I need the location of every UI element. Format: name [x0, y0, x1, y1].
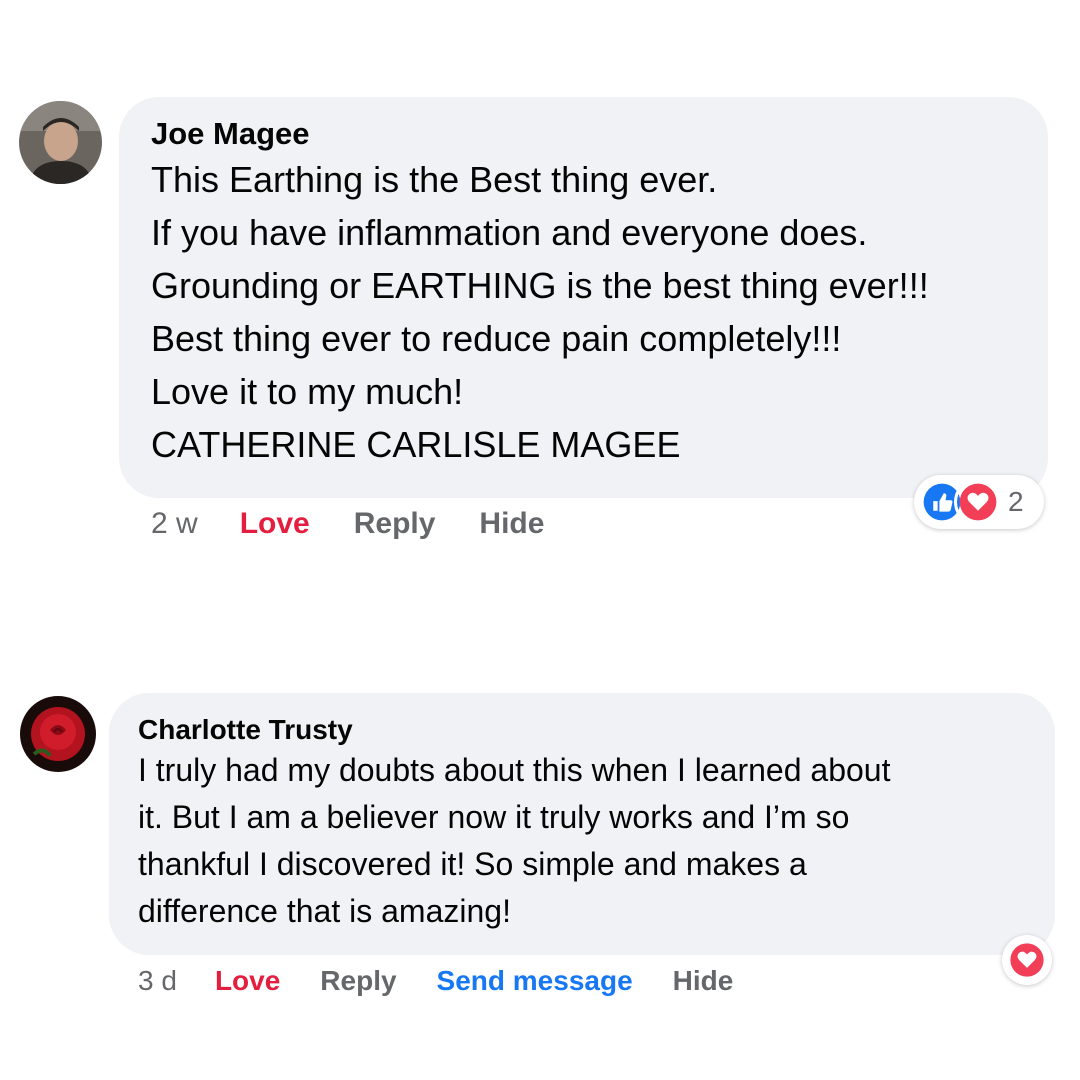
comment-text-line: Best thing ever to reduce pain completel…: [151, 318, 842, 359]
comment-text-line: Love it to my much!: [151, 371, 464, 412]
heart-icon: [1005, 938, 1049, 982]
comment-bubble: Joe Magee This Earthing is the Best thin…: [119, 97, 1048, 498]
avatar-joe-magee[interactable]: [19, 101, 102, 184]
rose-photo-icon: [20, 696, 96, 772]
hide-button[interactable]: Hide: [673, 965, 734, 997]
comment-text-line: difference that is amazing!: [138, 893, 511, 929]
comment-actions: 3 d Love Reply Send message Hide: [138, 962, 733, 1000]
comment-bubble: Charlotte Trusty I truly had my doubts a…: [109, 693, 1055, 955]
love-button[interactable]: Love: [240, 507, 310, 541]
comment-text-line: I truly had my doubts about this when I …: [138, 752, 891, 788]
comment-text-line: it. But I am a believer now it truly wor…: [138, 799, 850, 835]
comment-text-line: If you have inflammation and everyone do…: [151, 212, 868, 253]
comment-timestamp[interactable]: 2 w: [151, 507, 198, 541]
reaction-summary[interactable]: [1002, 935, 1052, 985]
comment-actions: 2 w Love Reply Hide: [151, 504, 544, 544]
person-photo-icon: [19, 101, 102, 184]
send-message-button[interactable]: Send message: [437, 965, 633, 997]
comment-author[interactable]: Joe Magee: [151, 115, 1016, 153]
comment-timestamp[interactable]: 3 d: [138, 965, 177, 997]
reaction-summary[interactable]: 2: [914, 475, 1044, 529]
hide-button[interactable]: Hide: [479, 507, 544, 541]
comment-text-line: CATHERINE CARLISLE MAGEE: [151, 424, 681, 465]
reply-button[interactable]: Reply: [320, 965, 396, 997]
comment-text-line: Grounding or EARTHING is the best thing …: [151, 265, 929, 306]
comment-text-line: thankful I discovered it! So simple and …: [138, 846, 807, 882]
love-button[interactable]: Love: [215, 965, 280, 997]
comment-text-line: This Earthing is the Best thing ever.: [151, 159, 718, 200]
reply-button[interactable]: Reply: [354, 507, 436, 541]
avatar-charlotte-trusty[interactable]: [20, 696, 96, 772]
heart-icon: [954, 478, 1002, 526]
comment-author[interactable]: Charlotte Trusty: [138, 713, 1026, 747]
reaction-count: 2: [1008, 486, 1024, 517]
